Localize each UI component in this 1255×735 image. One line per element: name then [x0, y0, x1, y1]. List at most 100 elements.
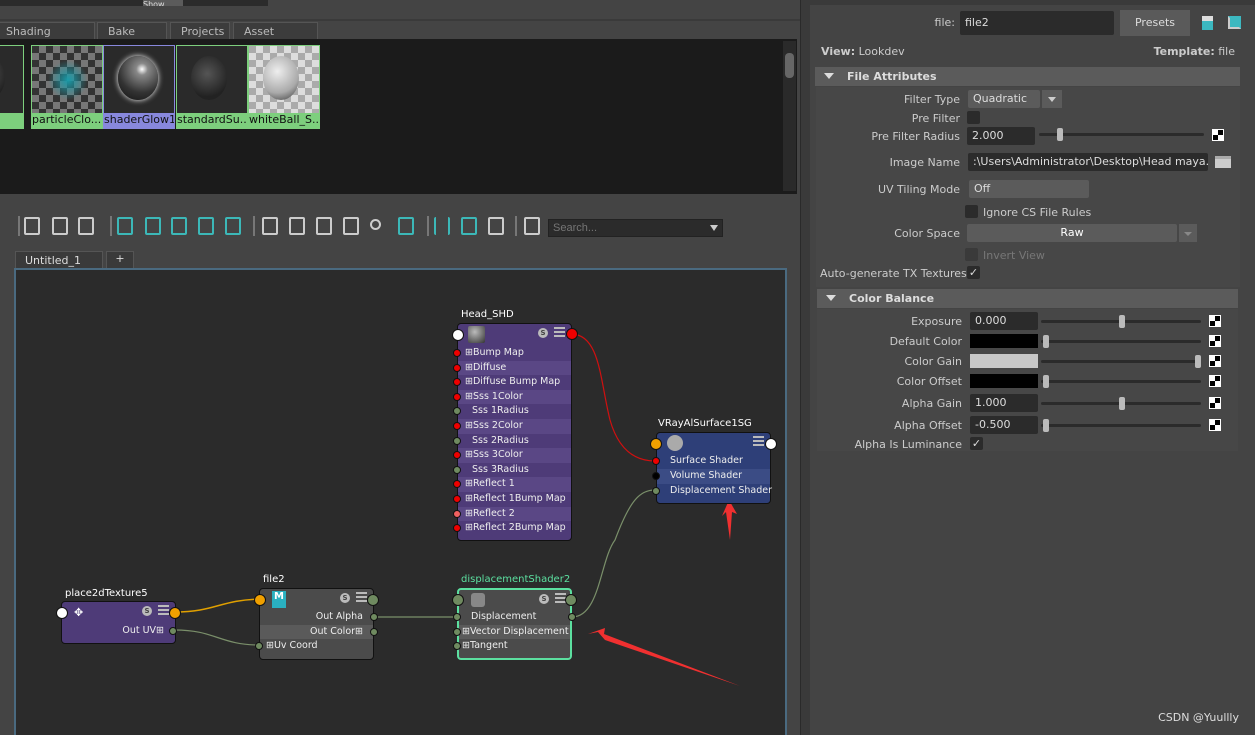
- node-attribute-row[interactable]: ⊞Reflect 2Bump Map: [453, 521, 571, 536]
- slider-color_gain[interactable]: [1041, 355, 1201, 368]
- color-swatch-color_gain[interactable]: [970, 354, 1038, 368]
- node-attribute-row[interactable]: Displacement: [453, 610, 576, 625]
- node-attribute-row[interactable]: Sss 1Radius: [453, 404, 571, 419]
- node-head-shd[interactable]: S ⊞Bump Map ⊞Diffuse ⊞Diffuse Bump Map ⊞Sss …: [452, 323, 578, 541]
- slider-color_offset[interactable]: [1041, 375, 1201, 388]
- attribute-port[interactable]: [370, 613, 378, 621]
- attribute-port[interactable]: [453, 378, 461, 387]
- map-button-icon[interactable]: [1209, 315, 1221, 327]
- map-button-icon[interactable]: [1209, 419, 1221, 431]
- pre-filter-checkbox[interactable]: [967, 111, 980, 124]
- slider-knob[interactable]: [1043, 375, 1049, 388]
- attribute-port[interactable]: [453, 480, 461, 489]
- section-file-attributes[interactable]: File Attributes: [815, 67, 1240, 86]
- attribute-port[interactable]: [453, 392, 461, 401]
- attribute-port[interactable]: [453, 349, 461, 357]
- shading-icon[interactable]: S: [538, 328, 548, 338]
- node-mode-icon[interactable]: [356, 592, 367, 602]
- attribute-port[interactable]: [370, 627, 378, 636]
- copy-tab-icon[interactable]: [1202, 16, 1213, 30]
- node-attribute-row[interactable]: ⊞Sss 1Color: [453, 389, 571, 405]
- node-attribute-row[interactable]: Volume Shader: [652, 469, 770, 484]
- shading-icon[interactable]: S: [142, 606, 152, 616]
- node-attribute-row[interactable]: ⊞Uv Coord: [255, 639, 373, 654]
- attr-field-alpha_offset[interactable]: -0.500: [970, 416, 1038, 434]
- attribute-port[interactable]: [453, 363, 461, 372]
- node-displacement-shader[interactable]: S Displacement ⊞Vector Displacement ⊞Tangen…: [452, 588, 577, 660]
- alpha-is-luminance-checkbox[interactable]: ✓: [970, 437, 983, 450]
- presets-button[interactable]: Presets: [1120, 10, 1190, 36]
- shading-icon[interactable]: S: [539, 594, 549, 604]
- attribute-port[interactable]: [568, 613, 576, 621]
- attribute-port[interactable]: [652, 487, 660, 495]
- slider-knob[interactable]: [1057, 128, 1063, 141]
- ignore-cs-checkbox[interactable]: [965, 205, 978, 218]
- color-swatch-color_offset[interactable]: [970, 374, 1038, 388]
- node-attribute-row[interactable]: ⊞Sss 3Color: [453, 448, 571, 463]
- input-port[interactable]: [452, 594, 464, 606]
- attribute-port[interactable]: [453, 465, 461, 474]
- attribute-port[interactable]: [453, 627, 461, 636]
- slider-alpha_gain[interactable]: [1041, 397, 1201, 410]
- node-attribute-row[interactable]: Out UV⊞: [62, 624, 177, 639]
- input-port[interactable]: [650, 438, 662, 450]
- slider-alpha_offset[interactable]: [1041, 419, 1201, 432]
- output-port[interactable]: [367, 594, 379, 606]
- input-port[interactable]: [56, 607, 68, 619]
- node-attribute-row[interactable]: Displacement Shader: [652, 484, 772, 499]
- node-attribute-row[interactable]: ⊞Reflect 1Bump Map: [453, 492, 571, 507]
- attribute-port[interactable]: [652, 457, 660, 465]
- map-button-icon[interactable]: [1209, 355, 1221, 367]
- image-name-field[interactable]: :\Users\Administrator\Desktop\Head maya.…: [968, 153, 1208, 171]
- color-space-dropdown[interactable]: Raw: [967, 224, 1177, 242]
- collapse-triangle-icon[interactable]: [826, 295, 836, 301]
- node-attribute-row[interactable]: ⊞Diffuse Bump Map: [453, 375, 571, 390]
- input-port[interactable]: [254, 594, 266, 606]
- node-attribute-row[interactable]: ⊞Bump Map: [453, 346, 571, 361]
- float-window-icon[interactable]: [1228, 16, 1241, 29]
- attribute-port[interactable]: [652, 472, 660, 480]
- shading-icon[interactable]: S: [340, 593, 350, 603]
- output-port[interactable]: [566, 328, 578, 340]
- attribute-port[interactable]: [453, 613, 461, 621]
- section-color-balance[interactable]: Color Balance: [817, 289, 1238, 308]
- node-attribute-row[interactable]: Out Alpha: [260, 610, 378, 625]
- filter-type-dropdown[interactable]: Quadratic: [968, 90, 1040, 108]
- output-port[interactable]: [565, 594, 577, 606]
- map-button-icon[interactable]: [1209, 397, 1221, 409]
- uv-tiling-dropdown[interactable]: Off: [969, 180, 1089, 198]
- node-attribute-row[interactable]: Sss 3Radius: [453, 462, 571, 478]
- attribute-port[interactable]: [453, 642, 461, 651]
- node-attribute-row[interactable]: Out Color⊞: [260, 624, 378, 640]
- slider-knob[interactable]: [1043, 335, 1049, 348]
- attribute-port[interactable]: [453, 422, 461, 430]
- node-attribute-row[interactable]: ⊞Reflect 2: [453, 506, 571, 522]
- attribute-port[interactable]: [453, 436, 461, 445]
- file-name-field[interactable]: file2: [960, 11, 1114, 35]
- attribute-port[interactable]: [453, 524, 461, 533]
- node-file2[interactable]: S M Out Alpha Out Color⊞ ⊞Uv Coord: [254, 588, 379, 660]
- node-attribute-row[interactable]: ⊞Diffuse: [453, 360, 571, 376]
- auto-tx-checkbox[interactable]: ✓: [967, 266, 980, 279]
- node-mode-icon[interactable]: [753, 436, 764, 446]
- panel-splitter[interactable]: [800, 0, 810, 735]
- map-button-icon[interactable]: [1209, 335, 1221, 347]
- node-mode-icon[interactable]: [554, 327, 565, 337]
- attribute-port[interactable]: [453, 509, 461, 518]
- invert-view-checkbox[interactable]: [965, 248, 978, 261]
- slider-knob[interactable]: [1119, 397, 1125, 410]
- node-attribute-row[interactable]: ⊞Tangent: [453, 639, 570, 654]
- node-attribute-row[interactable]: Surface Shader: [652, 454, 770, 469]
- node-attribute-row[interactable]: ⊞Vector Displacement: [453, 624, 570, 640]
- map-button-icon[interactable]: [1212, 129, 1224, 141]
- pre-filter-radius-slider[interactable]: [1039, 128, 1204, 141]
- slider-default_color[interactable]: [1041, 335, 1201, 348]
- attribute-port[interactable]: [453, 451, 461, 460]
- attribute-port[interactable]: [453, 407, 461, 416]
- map-button-icon[interactable]: [1209, 375, 1221, 387]
- node-attribute-row[interactable]: ⊞Sss 2Color: [453, 419, 571, 434]
- filter-type-chevron[interactable]: [1042, 90, 1062, 108]
- slider-exposure[interactable]: [1041, 315, 1201, 328]
- attribute-port[interactable]: [255, 642, 263, 651]
- pre-filter-radius-field[interactable]: 2.000: [967, 127, 1035, 145]
